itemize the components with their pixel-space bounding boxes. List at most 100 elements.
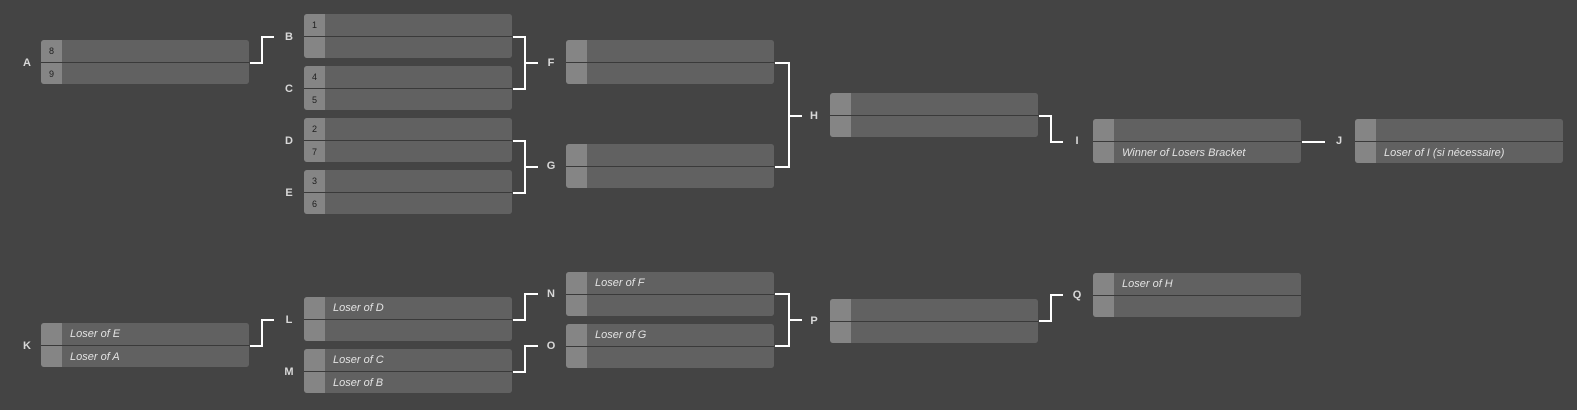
seed-box [830,322,851,343]
match-label-l: L [285,314,293,326]
seed-box [304,37,325,58]
seed-box [304,372,325,393]
match-slot[interactable] [304,37,512,58]
match-label-e: E [285,187,293,199]
match-slot[interactable]: Loser of G [566,324,774,346]
match-slot[interactable]: 9 [41,63,249,84]
match-slot[interactable] [566,167,774,188]
match-j[interactable]: Loser of I (si nécessaire) [1355,119,1563,163]
seed-box [566,324,587,346]
match-f[interactable] [566,40,774,84]
match-label-p: P [810,315,818,327]
seed-box [1355,119,1376,141]
match-slot[interactable]: 5 [304,89,512,110]
participant-name: Loser of I (si nécessaire) [1384,147,1505,159]
match-slot[interactable]: 8 [41,40,249,62]
seed-box [566,347,587,368]
match-slot[interactable] [830,322,1038,343]
seed-box [1093,296,1114,317]
match-slot[interactable]: 4 [304,66,512,88]
match-label-c: C [285,83,293,95]
seed-box [41,323,62,345]
match-slot[interactable]: Loser of B [304,372,512,393]
match-k[interactable]: Loser of E Loser of A [41,323,249,367]
match-slot[interactable] [830,116,1038,137]
match-slot[interactable] [566,144,774,166]
participant-name: Loser of G [595,329,647,341]
match-n[interactable]: Loser of F [566,272,774,316]
seed-box [566,144,587,166]
match-slot[interactable]: Loser of F [566,272,774,294]
seed-box [566,63,587,84]
seed-box [1093,142,1114,163]
participant-name: Loser of E [70,328,121,340]
connector-l-n [513,293,538,321]
connector-a-b [250,36,274,64]
match-slot[interactable] [566,63,774,84]
seed-box: 8 [41,40,62,62]
match-label-g: G [546,160,556,172]
match-slot[interactable]: 1 [304,14,512,36]
match-label-j: J [1335,135,1343,147]
match-slot[interactable] [304,320,512,341]
match-d[interactable]: 2 7 [304,118,512,162]
match-i[interactable]: Winner of Losers Bracket [1093,119,1301,163]
match-slot[interactable]: Loser of E [41,323,249,345]
seed-box: 3 [304,170,325,192]
match-slot[interactable] [566,40,774,62]
match-slot[interactable]: Loser of C [304,349,512,371]
match-slot[interactable]: Loser of A [41,346,249,367]
match-slot[interactable] [830,93,1038,115]
match-slot[interactable] [1093,119,1301,141]
match-g[interactable] [566,144,774,188]
seed-box [830,93,851,115]
match-slot[interactable]: 7 [304,141,512,162]
match-slot[interactable]: 2 [304,118,512,140]
match-label-q: Q [1072,289,1082,301]
match-m[interactable]: Loser of C Loser of B [304,349,512,393]
seed-box [1093,273,1114,295]
participant-name: Loser of H [1122,278,1173,290]
match-slot[interactable]: Loser of D [304,297,512,319]
match-slot[interactable] [830,299,1038,321]
match-label-k: K [23,340,31,352]
match-slot[interactable]: 3 [304,170,512,192]
match-label-a: A [23,57,31,69]
match-h[interactable] [830,93,1038,137]
seed-box [566,272,587,294]
match-c[interactable]: 4 5 [304,66,512,110]
match-label-f: F [547,57,555,69]
seed-box [304,320,325,341]
seed-box: 2 [304,118,325,140]
seed-box [1355,142,1376,163]
match-label-h: H [810,110,818,122]
match-p[interactable] [830,299,1038,343]
match-slot[interactable] [1355,119,1563,141]
match-a[interactable]: 8 9 [41,40,249,84]
connector-h-i [1039,115,1063,143]
match-e[interactable]: 3 6 [304,170,512,214]
connector-k-l [250,319,274,347]
connector-d-e-g [513,140,538,194]
match-label-b: B [285,31,293,43]
participant-name: Loser of B [333,377,384,389]
match-slot[interactable]: 6 [304,193,512,214]
match-slot[interactable] [566,295,774,316]
match-slot[interactable] [1093,296,1301,317]
match-slot[interactable] [566,347,774,368]
match-b[interactable]: 1 [304,14,512,58]
match-slot[interactable]: Loser of I (si nécessaire) [1355,142,1563,163]
seed-box [566,167,587,188]
match-o[interactable]: Loser of G [566,324,774,368]
match-l[interactable]: Loser of D [304,297,512,341]
match-slot[interactable]: Loser of H [1093,273,1301,295]
connector-n-o-p [775,293,802,347]
match-q[interactable]: Loser of H [1093,273,1301,317]
seed-box [566,295,587,316]
participant-name: Loser of D [333,302,384,314]
seed-box: 5 [304,89,325,110]
seed-box [304,349,325,371]
match-slot[interactable]: Winner of Losers Bracket [1093,142,1301,163]
seed-box: 6 [304,193,325,214]
match-label-i: I [1075,135,1079,147]
